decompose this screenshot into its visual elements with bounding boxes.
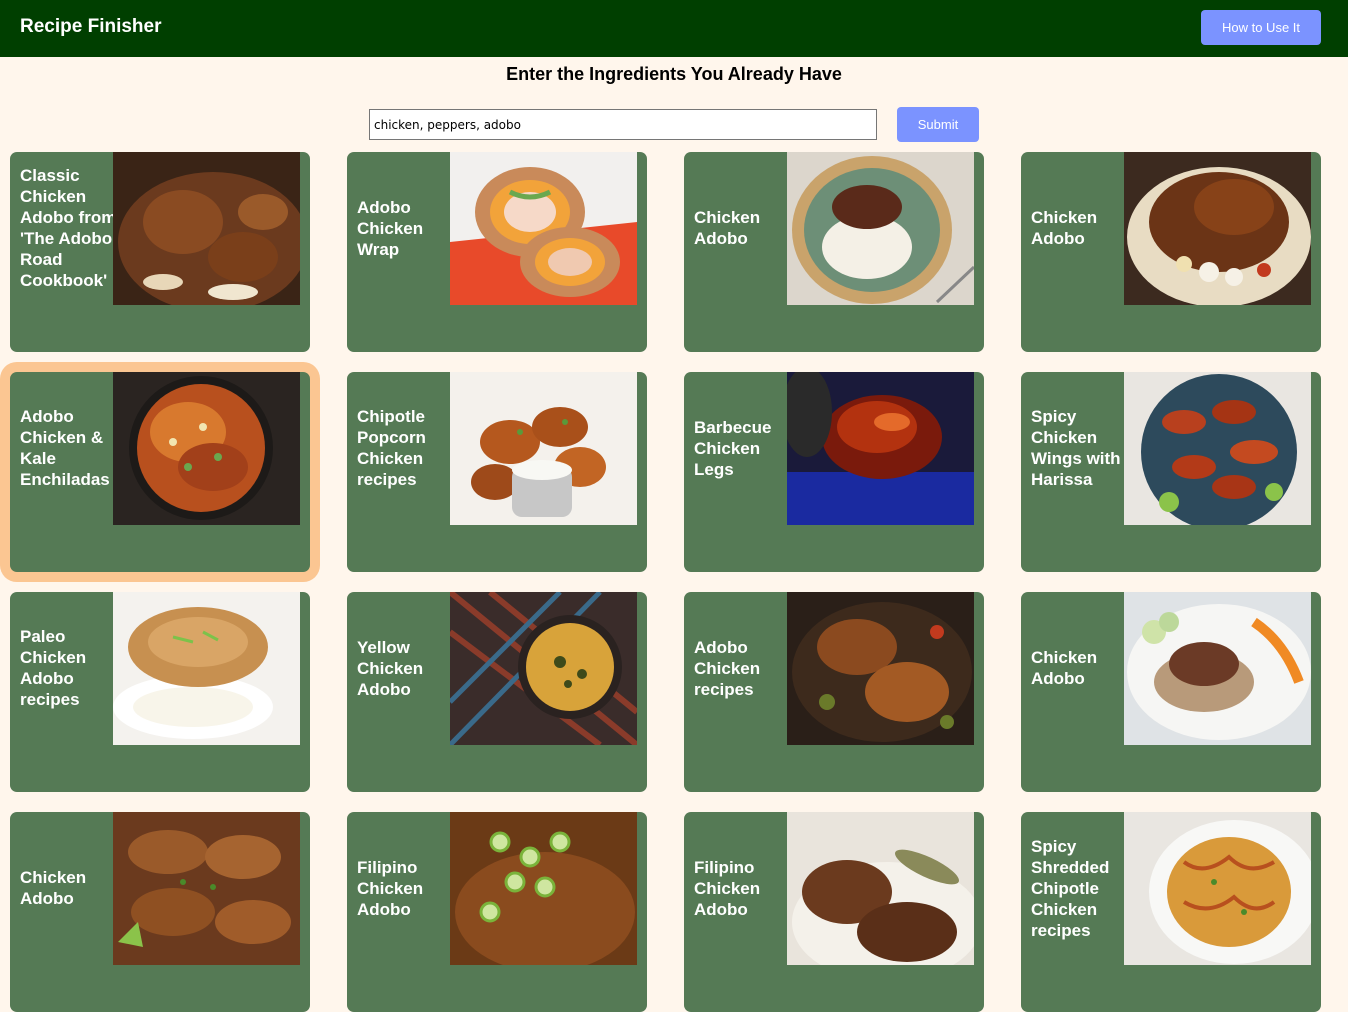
recipe-card[interactable]: Adobo Chicken & Kale Enchiladas (10, 372, 310, 572)
ingredients-input[interactable] (369, 109, 877, 140)
recipe-photo[interactable] (113, 812, 300, 965)
recipe-card[interactable]: Filipino Chicken Adobo (684, 812, 984, 1012)
recipe-photo[interactable] (113, 592, 300, 745)
recipe-photo[interactable] (450, 152, 637, 305)
recipe-card[interactable]: Chicken Adobo (1021, 152, 1321, 352)
recipe-card[interactable]: Chipotle Popcorn Chicken recipes (347, 372, 647, 572)
ingredients-heading: Enter the Ingredients You Already Have (506, 64, 842, 84)
recipe-card[interactable]: Chicken Adobo (10, 812, 310, 1012)
recipe-title: Spicy Shredded Chipotle Chicken recipes (1031, 836, 1110, 940)
recipe-title: Adobo Chicken recipes (694, 637, 761, 699)
recipe-card[interactable]: Barbecue Chicken Legs (684, 372, 984, 572)
recipe-photo[interactable] (787, 152, 974, 305)
recipe-card[interactable]: Adobo Chicken Wrap (347, 152, 647, 352)
recipe-card[interactable]: Spicy Shredded Chipotle Chicken recipes (1021, 812, 1321, 1012)
recipe-card[interactable]: Chicken Adobo (684, 152, 984, 352)
recipe-photo[interactable] (450, 592, 637, 745)
recipe-photo[interactable] (113, 152, 300, 305)
recipe-photo[interactable] (1124, 812, 1311, 965)
recipe-card[interactable]: Filipino Chicken Adobo (347, 812, 647, 1012)
recipe-title: Yellow Chicken Adobo (357, 637, 424, 699)
recipe-title: Paleo Chicken Adobo recipes (20, 627, 87, 709)
recipe-title: Filipino Chicken Adobo (357, 857, 424, 919)
recipe-photo[interactable] (450, 372, 637, 525)
recipe-title: Chicken Adobo (20, 868, 87, 908)
submit-button[interactable]: Submit (897, 107, 979, 142)
recipe-card[interactable]: Yellow Chicken Adobo (347, 592, 647, 792)
recipe-photo[interactable] (787, 372, 974, 525)
how-to-use-button[interactable]: How to Use It (1201, 10, 1321, 45)
recipe-photo[interactable] (1124, 152, 1311, 305)
recipe-title: Chipotle Popcorn Chicken recipes (357, 407, 426, 489)
recipe-title: Chicken Adobo (694, 208, 761, 248)
recipe-title: Adobo Chicken & Kale Enchiladas (20, 407, 110, 489)
recipe-card[interactable]: Spicy Chicken Wings with Harissa (1021, 372, 1321, 572)
recipe-card[interactable]: Chicken Adobo (1021, 592, 1321, 792)
recipe-title: Classic Chicken Adobo from 'The Adobo Ro… (20, 166, 117, 290)
recipe-card[interactable]: Adobo Chicken recipes (684, 592, 984, 792)
recipe-photo[interactable] (787, 592, 974, 745)
app-title: Recipe Finisher (20, 16, 162, 37)
recipe-card[interactable]: Classic Chicken Adobo from 'The Adobo Ro… (10, 152, 310, 352)
recipe-title: Spicy Chicken Wings with Harissa (1031, 407, 1121, 489)
recipe-photo[interactable] (1124, 372, 1311, 525)
recipe-title: Chicken Adobo (1031, 648, 1098, 688)
recipe-title: Adobo Chicken Wrap (357, 197, 424, 259)
recipe-title: Chicken Adobo (1031, 208, 1098, 248)
recipe-title: Filipino Chicken Adobo (694, 857, 761, 919)
top-nav-bar: Recipe Finisher How to Use It (0, 0, 1348, 57)
recipe-title: Barbecue Chicken Legs (694, 417, 772, 479)
recipe-photo[interactable] (1124, 592, 1311, 745)
recipe-card[interactable]: Paleo Chicken Adobo recipes (10, 592, 310, 792)
recipe-photo[interactable] (787, 812, 974, 965)
recipe-photo[interactable] (450, 812, 637, 965)
recipe-photo[interactable] (113, 372, 300, 525)
